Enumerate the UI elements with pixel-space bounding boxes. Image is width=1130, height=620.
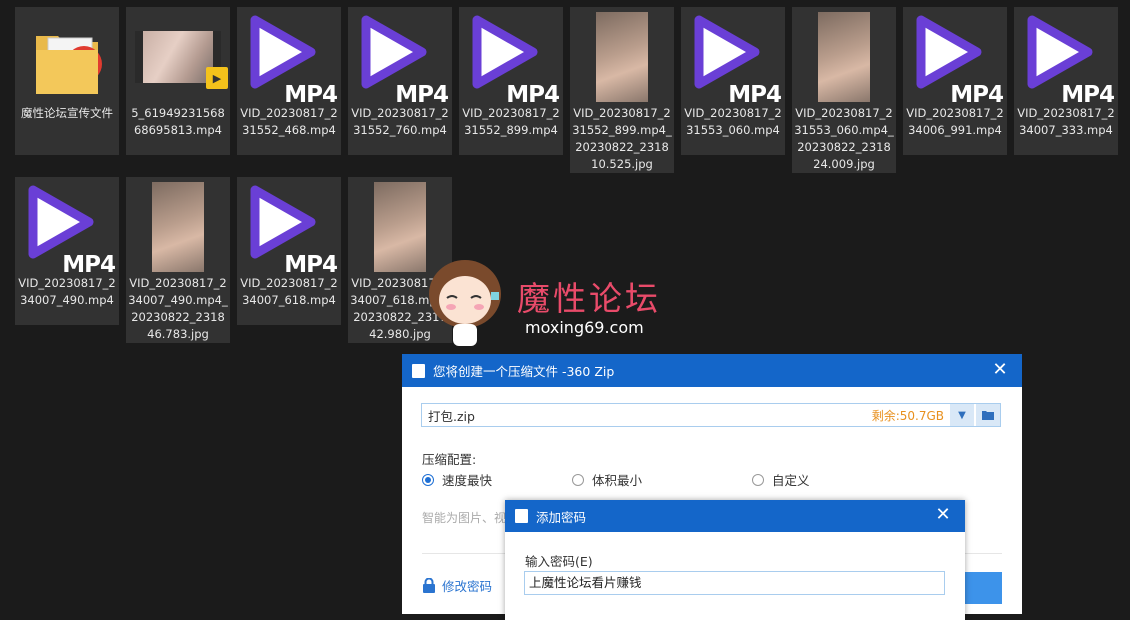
- zip-app-icon: [515, 509, 528, 523]
- confirm-button[interactable]: [962, 572, 1002, 604]
- image-thumbnail: [818, 12, 870, 102]
- radio-label: 自定义: [772, 473, 810, 488]
- add-password-dialog: 添加密码 ✕ 输入密码(E) 上魔性论坛看片赚钱: [505, 500, 965, 620]
- mp4-file-icon: MP4: [19, 180, 116, 278]
- mp4-file-icon: MP4: [352, 10, 449, 108]
- file-name: VID_20230817_231552_760.mp4: [351, 106, 449, 137]
- file-tile-mp4[interactable]: MP4 VID_20230817_234006_991.mp4: [903, 7, 1007, 155]
- mp4-file-icon: MP4: [241, 10, 338, 108]
- file-name: VID_20230817_234007_490.mp4: [18, 276, 116, 307]
- radio-label: 速度最快: [442, 473, 493, 488]
- file-tile-mp4[interactable]: MP4 VID_20230817_234007_490.mp4: [15, 177, 119, 325]
- folder-icon: [19, 10, 115, 104]
- dialog-title: 添加密码: [536, 509, 587, 525]
- player-badge-icon: ▶: [206, 67, 228, 89]
- file-tile-folder[interactable]: 魔性论坛宣传文件: [15, 7, 119, 155]
- file-name: VID_20230817_234007_333.mp4: [1017, 106, 1115, 137]
- dialog-titlebar: 您将创建一个压缩文件 -360 Zip: [402, 354, 1022, 387]
- free-space-label: 剩余:50.7GB: [871, 408, 944, 423]
- radio-smallest[interactable]: 体积最小: [572, 470, 642, 489]
- password-input[interactable]: 上魔性论坛看片赚钱: [524, 571, 945, 595]
- file-name: VID_20230817_234007_490.mp4_20230822_231…: [128, 276, 228, 341]
- watermark-title: 魔性论坛: [517, 279, 661, 318]
- folder-browse-icon[interactable]: [976, 404, 1000, 426]
- password-label: 输入密码(E): [525, 554, 593, 569]
- file-tile-jpg[interactable]: VID_20230817_234007_490.mp4_20230822_231…: [126, 177, 230, 343]
- file-tile-mp4[interactable]: MP4 VID_20230817_231553_060.mp4: [681, 7, 785, 155]
- file-tile-mp4[interactable]: MP4 VID_20230817_234007_618.mp4: [237, 177, 341, 325]
- file-tile-video-thumb[interactable]: ▶ 5_6194923156868695813.mp4: [126, 7, 230, 155]
- lock-icon: [423, 578, 435, 593]
- dialog-title: 您将创建一个压缩文件 -360 Zip: [433, 364, 615, 379]
- radio-icon[interactable]: [752, 473, 764, 486]
- file-tile-jpg[interactable]: VID_20230817_231553_060.mp4_20230822_231…: [792, 7, 896, 173]
- file-name: 魔性论坛宣传文件: [21, 106, 113, 120]
- mp4-file-icon: MP4: [907, 10, 1004, 108]
- compression-config-label: 压缩配置:: [422, 452, 477, 467]
- file-tile-mp4[interactable]: MP4 VID_20230817_231552_468.mp4: [237, 7, 341, 155]
- radio-custom[interactable]: 自定义: [752, 470, 810, 489]
- mp4-file-icon: MP4: [685, 10, 782, 108]
- dialog-titlebar: 添加密码: [505, 500, 965, 532]
- close-icon[interactable]: ✕: [933, 505, 953, 525]
- image-thumbnail: [374, 182, 426, 272]
- video-thumbnail: ▶: [130, 10, 228, 104]
- file-name: 5_6194923156868695813.mp4: [131, 106, 225, 137]
- file-name: VID_20230817_231553_060.mp4_20230822_231…: [794, 106, 894, 171]
- zip-app-icon: [412, 363, 425, 378]
- watermark-site: moxing69.com: [525, 318, 644, 337]
- chevron-down-icon[interactable]: ▼: [950, 404, 974, 426]
- archive-path-value[interactable]: 打包.zip: [422, 406, 872, 425]
- mp4-file-icon: MP4: [1018, 10, 1115, 108]
- file-name: VID_20230817_234007_618.mp4: [240, 276, 338, 307]
- file-name: VID_20230817_231553_060.mp4: [684, 106, 782, 137]
- modify-password-link[interactable]: 修改密码: [422, 576, 492, 595]
- smart-hint-text: 智能为图片、视: [422, 511, 507, 525]
- image-thumbnail: [152, 182, 204, 272]
- modify-password-label[interactable]: 修改密码: [442, 576, 492, 595]
- radio-label: 体积最小: [592, 473, 643, 488]
- mp4-file-icon: MP4: [241, 180, 338, 278]
- file-tile-mp4[interactable]: MP4 VID_20230817_234007_333.mp4: [1014, 7, 1118, 155]
- watermark-mascot-icon: [425, 252, 505, 352]
- mp4-file-icon: MP4: [463, 10, 560, 108]
- file-tile-mp4[interactable]: MP4 VID_20230817_231552_760.mp4: [348, 7, 452, 155]
- file-tile-mp4[interactable]: MP4 VID_20230817_231552_899.mp4: [459, 7, 563, 155]
- archive-path-field[interactable]: 打包.zip 剩余:50.7GB ▼: [421, 403, 1001, 427]
- file-tile-jpg[interactable]: VID_20230817_231552_899.mp4_20230822_231…: [570, 7, 674, 173]
- radio-icon[interactable]: [572, 473, 584, 486]
- image-thumbnail: [596, 12, 648, 102]
- radio-selected-icon[interactable]: [422, 473, 434, 486]
- file-name: VID_20230817_234006_991.mp4: [906, 106, 1004, 137]
- close-icon[interactable]: ✕: [990, 360, 1010, 380]
- file-name: VID_20230817_231552_468.mp4: [240, 106, 338, 137]
- file-name: VID_20230817_231552_899.mp4: [462, 106, 560, 137]
- radio-fastest[interactable]: 速度最快: [422, 470, 492, 489]
- file-name: VID_20230817_231552_899.mp4_20230822_231…: [572, 106, 672, 171]
